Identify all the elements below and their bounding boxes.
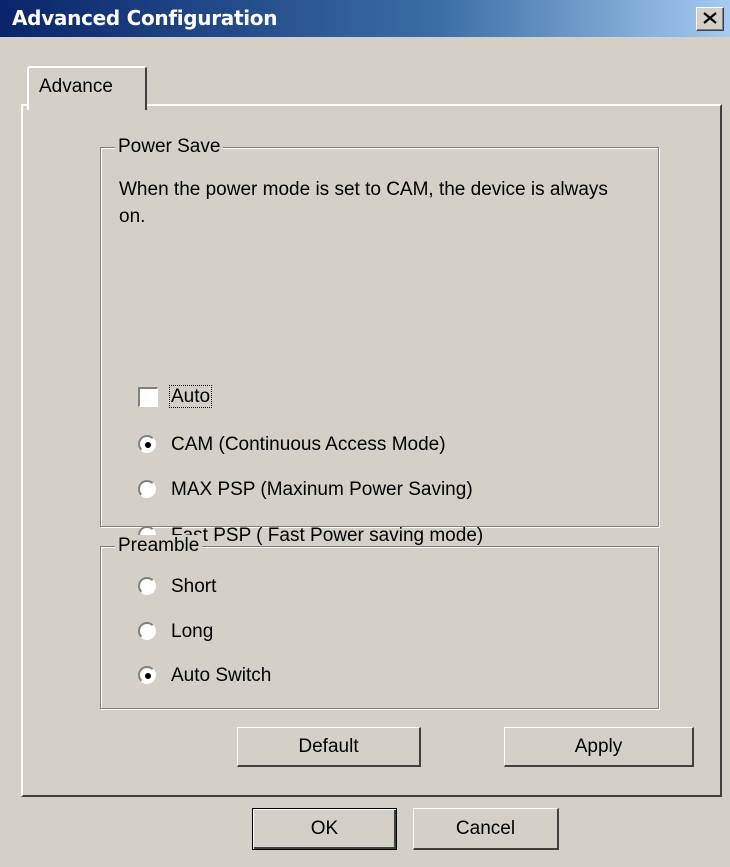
power-save-label: Power Save [115,136,224,158]
auto-checkbox-label: Auto [169,385,213,408]
title-bar[interactable]: Advanced Configuration [0,0,730,37]
tab-panel: Power Save When the power mode is set to… [21,104,722,797]
radio-selected-dot [145,673,151,679]
radio-button[interactable] [138,480,156,498]
cancel-button-label: Cancel [455,818,516,839]
radio-cam-label: CAM (Continuous Access Mode) [171,434,446,455]
radio-max-psp-label: MAX PSP (Maxinum Power Saving) [171,479,473,500]
radio-short-label: Short [171,576,217,597]
preamble-group: Preamble Short Long Auto Switch [100,535,659,709]
radio-button[interactable] [138,622,156,640]
preamble-label: Preamble [115,535,203,557]
auto-checkbox[interactable] [138,387,158,407]
radio-fast-psp-label: Fast PSP ( Fast Power saving mode) [171,525,484,546]
default-button-label: Default [298,736,359,757]
cancel-button[interactable]: Cancel [413,808,559,850]
radio-button[interactable] [138,577,156,595]
power-save-group: Power Save When the power mode is set to… [100,136,659,546]
apply-button[interactable]: Apply [504,727,694,767]
apply-button-label: Apply [574,736,623,757]
close-icon [703,12,717,24]
power-save-description: When the power mode is set to CAM, the d… [119,179,608,227]
default-button[interactable]: Default [237,727,421,767]
radio-long-label: Long [171,621,214,642]
radio-button[interactable] [138,666,156,684]
tab-label: Advance [39,76,113,97]
radio-auto-switch-label: Auto Switch [171,665,272,686]
ok-button-label: OK [310,818,339,839]
ok-button[interactable]: OK [252,808,397,850]
tab-advance[interactable]: Advance [27,66,147,110]
close-button[interactable] [696,7,724,31]
radio-selected-dot [145,442,151,448]
window-title: Advanced Configuration [12,6,278,30]
radio-button[interactable] [138,435,156,453]
